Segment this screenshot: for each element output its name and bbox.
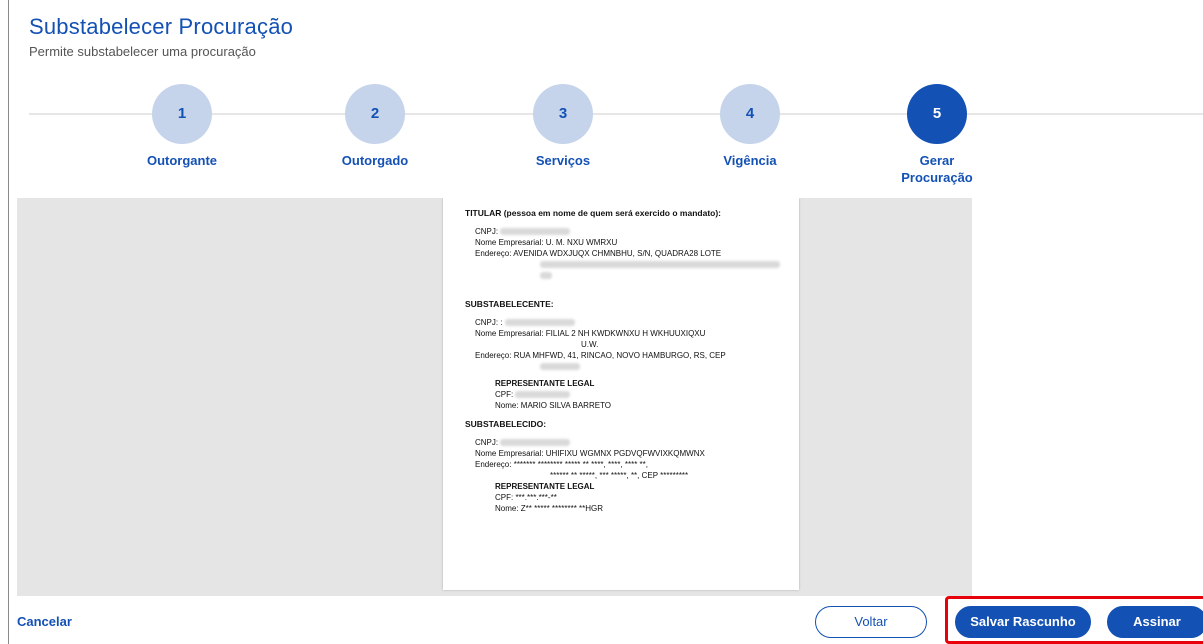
redacted-value [515,391,571,399]
substabelecente-nome: Nome Empresarial: FILIAL 2 NH KWDKWNXU H… [475,328,783,339]
substabelecente-endereco: Endereço: RUA MHFWD, 41, RINCAO, NOVO HA… [475,350,783,361]
substabelecente-rep-cpf: CPF: [495,389,783,400]
substabelecente-endereco-redacted [540,361,783,372]
nome-label: Nome Empresarial: [475,449,544,458]
nome-value: UHIFIXU WGMNX PGDVQFWVIXKQMWNX [545,449,705,458]
cnpj-label: CNPJ: : [475,318,503,327]
substabelecido-rep-nome: Nome: Z** ***** ******** **HGR [495,504,604,513]
substabelecente-section-title: SUBSTABELECENTE: [465,299,554,309]
endereco-label: Endereço: [475,351,512,360]
titular-section-title: TITULAR (pessoa em nome de quem será exe… [465,208,722,218]
redacted-value [540,272,552,280]
step-number-circle[interactable]: 5 [907,84,967,144]
document-page: TITULAR (pessoa em nome de quem será exe… [443,198,799,590]
step-label: Outorgante [146,153,218,168]
nome-label: Nome Empresarial: [475,238,544,247]
wizard-stepper: 1 Outorgante 2 Outorgado 3 Serviços 4 Vi… [29,84,1203,194]
endereco-value: RUA MHFWD, 41, RINCAO, NOVO HAMBURGO, RS… [513,351,726,360]
step-label: Vigência [723,153,777,168]
substabelecente-cnpj: CNPJ: : [475,317,783,328]
cnpj-label: CNPJ: [475,227,499,236]
step-outorgado[interactable]: 2 Outorgado [315,84,435,169]
page-subtitle: Permite substabelecer uma procuração [29,44,256,59]
redacted-value [504,319,575,327]
redacted-value [540,261,780,269]
titular-nome: Nome Empresarial: U. M. NXU WMRXU [475,237,783,248]
document-content: TITULAR (pessoa em nome de quem será exe… [465,208,783,514]
nome-label: Nome Empresarial: [475,329,544,338]
save-draft-button[interactable]: Salvar Rascunho [955,606,1091,638]
document-preview-viewer[interactable]: TITULAR (pessoa em nome de quem será exe… [17,198,972,596]
step-gerar-procuracao[interactable]: 5 Gerar Procuração [877,84,997,186]
endereco-value: ******* ******** ***** ** ****, ****, **… [513,460,649,469]
substabelecente-nome-cont: U.W. [581,340,599,349]
sign-button[interactable]: Assinar [1107,606,1203,638]
substabelecido-rep-title: REPRESENTANTE LEGAL [495,482,595,491]
substabelecido-section-title: SUBSTABELECIDO: [465,419,547,429]
action-footer: Cancelar Voltar Salvar Rascunho Assinar [17,596,1203,644]
step-label: Serviços [535,153,591,168]
titular-endereco-redacted [540,259,783,281]
step-label: Gerar Procuração [901,153,973,185]
page-header: Substabelecer Procuração Permite substab… [29,14,293,59]
titular-endereco: Endereço: AVENIDA WDXJUQX CHMNBHU, S/N, … [475,248,783,259]
endereco-label: Endereço: [475,460,512,469]
substabelecido-rep-cpf: CPF: ***.***.***-** [495,493,557,502]
back-button[interactable]: Voltar [815,606,927,638]
cpf-label: CPF: [495,390,514,399]
substabelecente-rep-title: REPRESENTANTE LEGAL [495,379,595,388]
substabelecido-nome: Nome Empresarial: UHIFIXU WGMNX PGDVQFWV… [475,448,783,459]
endereco-value: AVENIDA WDXJUQX CHMNBHU, S/N, QUADRA28 L… [513,249,722,258]
step-outorgante[interactable]: 1 Outorgante [122,84,242,169]
nome-value: FILIAL 2 NH KWDKWNXU H WKHUUXIQXU [545,329,706,338]
step-number-circle[interactable]: 4 [720,84,780,144]
titular-cnpj: CNPJ: [475,226,783,237]
redacted-value [500,228,571,236]
redacted-value [540,363,580,371]
cnpj-label: CNPJ: [475,438,499,447]
substabelecido-cnpj: CNPJ: [475,437,783,448]
step-vigencia[interactable]: 4 Vigência [690,84,810,169]
page-title: Substabelecer Procuração [29,14,294,39]
endereco-label: Endereço: [475,249,512,258]
nome-value: U. M. NXU WMRXU [545,238,618,247]
app-frame: Substabelecer Procuração Permite substab… [8,0,1203,644]
step-number-circle[interactable]: 2 [345,84,405,144]
step-servicos[interactable]: 3 Serviços [503,84,623,169]
cancel-link[interactable]: Cancelar [17,614,72,629]
substabelecido-endereco: Endereço: ******* ******** ***** ** ****… [475,459,783,470]
redacted-value [500,439,571,447]
substabelecente-rep-nome: Nome: MARIO SILVA BARRETO [495,401,612,410]
step-number-circle[interactable]: 1 [152,84,212,144]
step-number-circle[interactable]: 3 [533,84,593,144]
step-label: Outorgado [341,153,409,168]
substabelecido-endereco-cont: ****** ** *****, *** *****, **, CEP ****… [550,471,689,480]
